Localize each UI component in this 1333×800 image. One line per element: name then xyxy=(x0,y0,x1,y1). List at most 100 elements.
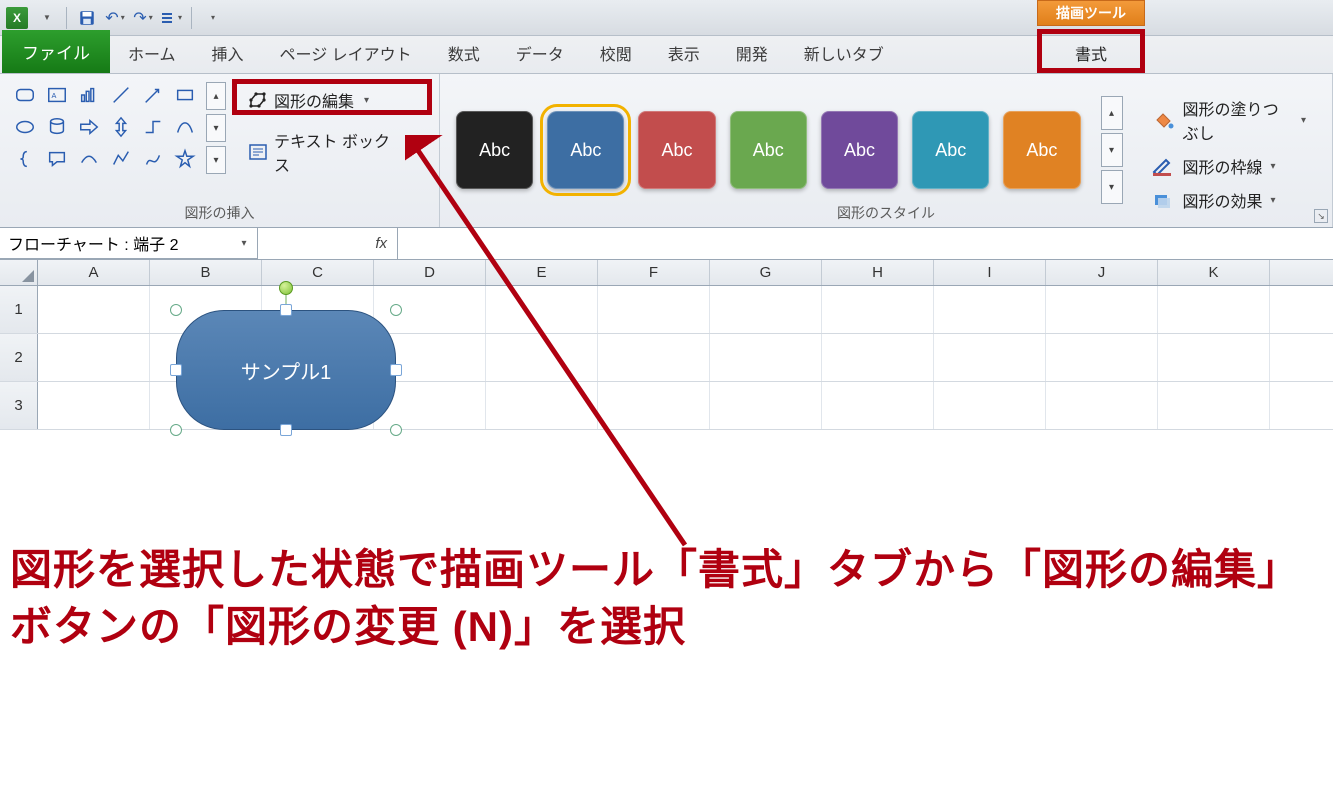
tab-view[interactable]: 表示 xyxy=(650,32,718,73)
shape-cylinder-icon[interactable] xyxy=(42,112,72,142)
fx-button[interactable]: fx xyxy=(258,228,398,259)
style-swatch-1[interactable]: Abc xyxy=(456,111,533,189)
style-swatch-5[interactable]: Abc xyxy=(821,111,898,189)
cell[interactable] xyxy=(934,286,1046,333)
qat-dropdown[interactable]: ▼ xyxy=(33,5,59,31)
tab-file[interactable]: ファイル xyxy=(2,30,110,73)
cell[interactable] xyxy=(710,382,822,429)
cell[interactable] xyxy=(710,286,822,333)
row-header[interactable]: 3 xyxy=(0,382,38,429)
col-header[interactable]: I xyxy=(934,260,1046,285)
edit-shape-button[interactable]: 図形の編集 ▾ xyxy=(242,84,423,116)
undo-button[interactable]: ↶▾ xyxy=(102,5,128,31)
cell[interactable] xyxy=(486,286,598,333)
shape-styles-gallery[interactable]: Abc Abc Abc Abc Abc Abc Abc ▴ ▾ ▾ 図形の塗りつ… xyxy=(450,80,1322,212)
row-header[interactable]: 1 xyxy=(0,286,38,333)
shape-rect-icon[interactable] xyxy=(170,80,200,110)
col-header[interactable]: J xyxy=(1046,260,1158,285)
col-header[interactable]: F xyxy=(598,260,710,285)
selected-shape-terminator[interactable]: サンプル1 xyxy=(176,310,396,430)
shape-textbox-icon[interactable]: A xyxy=(42,80,72,110)
tab-data[interactable]: データ xyxy=(498,32,582,73)
col-header[interactable]: B xyxy=(150,260,262,285)
cell[interactable] xyxy=(1158,382,1270,429)
style-swatch-6[interactable]: Abc xyxy=(912,111,989,189)
tab-formulas[interactable]: 数式 xyxy=(430,32,498,73)
tab-insert[interactable]: 挿入 xyxy=(194,32,262,73)
resize-handle[interactable] xyxy=(280,304,292,316)
shape-freeform-icon[interactable] xyxy=(138,144,168,174)
shape-right-arrow-icon[interactable] xyxy=(74,112,104,142)
shapes-more[interactable]: ▾ xyxy=(206,146,226,174)
tab-new[interactable]: 新しいタブ xyxy=(786,32,902,73)
shape-line-icon[interactable] xyxy=(106,80,136,110)
cell[interactable] xyxy=(822,286,934,333)
cell[interactable] xyxy=(486,334,598,381)
shape-outline-button[interactable]: 図形の枠線 ▾ xyxy=(1151,154,1307,178)
tab-home[interactable]: ホーム xyxy=(110,32,194,73)
styles-scroll-up[interactable]: ▴ xyxy=(1101,96,1123,130)
cell[interactable] xyxy=(38,334,150,381)
cell[interactable] xyxy=(1046,334,1158,381)
resize-handle[interactable] xyxy=(390,364,402,376)
styles-scroll-down[interactable]: ▾ xyxy=(1101,133,1123,167)
shape-brace-icon[interactable] xyxy=(10,144,40,174)
style-swatch-4[interactable]: Abc xyxy=(730,111,807,189)
cell[interactable] xyxy=(598,334,710,381)
dialog-launcher[interactable]: ↘ xyxy=(1314,209,1328,223)
style-swatch-3[interactable]: Abc xyxy=(638,111,715,189)
resize-handle[interactable] xyxy=(280,424,292,436)
col-header[interactable]: K xyxy=(1158,260,1270,285)
cell[interactable] xyxy=(598,286,710,333)
save-button[interactable] xyxy=(74,5,100,31)
shapes-gallery[interactable]: A xyxy=(10,80,200,180)
cell[interactable] xyxy=(1046,286,1158,333)
styles-more[interactable]: ▾ xyxy=(1101,170,1123,204)
shapes-scroll-down[interactable]: ▾ xyxy=(206,114,226,142)
formula-input[interactable] xyxy=(398,228,1333,259)
col-header[interactable]: C xyxy=(262,260,374,285)
style-swatch-2[interactable]: Abc xyxy=(547,111,624,189)
resize-handle[interactable] xyxy=(390,304,402,316)
chevron-down-icon[interactable]: ▾ xyxy=(235,234,253,252)
shape-curve2-icon[interactable] xyxy=(74,144,104,174)
redo-button[interactable]: ↷▾ xyxy=(130,5,156,31)
tab-page-layout[interactable]: ページ レイアウト xyxy=(262,32,430,73)
shape-arrow-line-icon[interactable] xyxy=(138,80,168,110)
col-header[interactable]: H xyxy=(822,260,934,285)
cell[interactable] xyxy=(934,382,1046,429)
cell[interactable] xyxy=(486,382,598,429)
shape-elbow-icon[interactable] xyxy=(138,112,168,142)
style-swatch-7[interactable]: Abc xyxy=(1003,111,1080,189)
shape-star-icon[interactable] xyxy=(170,144,200,174)
qat-customize[interactable]: ▾ xyxy=(199,5,225,31)
shapes-scroll-up[interactable]: ▴ xyxy=(206,82,226,110)
shape-fill-button[interactable]: 図形の塗りつぶし ▾ xyxy=(1151,96,1307,144)
resize-handle[interactable] xyxy=(390,424,402,436)
shape-callout-icon[interactable] xyxy=(42,144,72,174)
shape-rounded-rect-icon[interactable] xyxy=(10,80,40,110)
select-all-corner[interactable] xyxy=(0,260,38,285)
cell[interactable] xyxy=(822,334,934,381)
shape-ellipse-icon[interactable] xyxy=(10,112,40,142)
col-header[interactable]: G xyxy=(710,260,822,285)
tab-format[interactable]: 書式 xyxy=(1037,32,1145,73)
cell[interactable] xyxy=(598,382,710,429)
qat-more[interactable]: ▾ xyxy=(158,5,184,31)
resize-handle[interactable] xyxy=(170,364,182,376)
resize-handle[interactable] xyxy=(170,424,182,436)
cell[interactable] xyxy=(1158,286,1270,333)
row-header[interactable]: 2 xyxy=(0,334,38,381)
cell[interactable] xyxy=(1046,382,1158,429)
cell[interactable] xyxy=(934,334,1046,381)
cell[interactable] xyxy=(822,382,934,429)
rotation-handle[interactable] xyxy=(279,281,293,295)
cell[interactable] xyxy=(710,334,822,381)
text-box-button[interactable]: テキスト ボックス ▾ xyxy=(242,124,423,180)
shape-polyline-icon[interactable] xyxy=(106,144,136,174)
resize-handle[interactable] xyxy=(170,304,182,316)
cell[interactable] xyxy=(38,382,150,429)
col-header[interactable]: D xyxy=(374,260,486,285)
cell[interactable] xyxy=(38,286,150,333)
tab-review[interactable]: 校閲 xyxy=(582,32,650,73)
